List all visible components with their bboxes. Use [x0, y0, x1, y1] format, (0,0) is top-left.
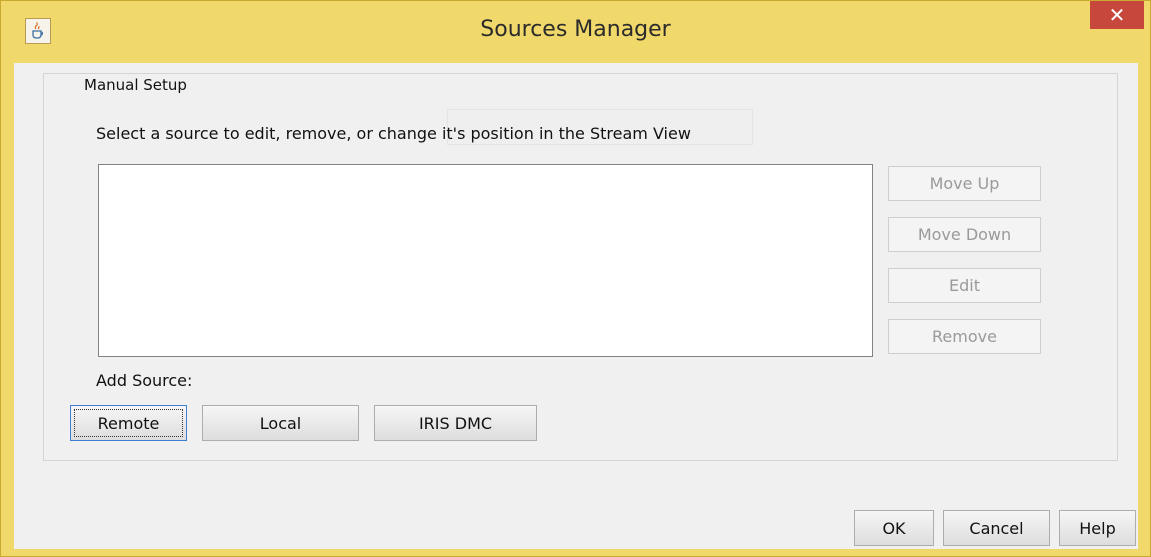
move-down-button[interactable]: Move Down	[888, 217, 1041, 252]
sources-manager-window: Sources Manager ✕ Manual Setup Select a …	[0, 0, 1151, 557]
ok-button[interactable]: OK	[854, 510, 934, 546]
instruction-text: Select a source to edit, remove, or chan…	[96, 124, 691, 143]
close-button[interactable]: ✕	[1090, 1, 1144, 29]
cancel-button[interactable]: Cancel	[943, 510, 1050, 546]
group-title: Manual Setup	[80, 76, 191, 94]
help-button[interactable]: Help	[1059, 510, 1136, 546]
move-up-button[interactable]: Move Up	[888, 166, 1041, 201]
manual-setup-group: Manual Setup Select a source to edit, re…	[43, 73, 1118, 461]
sources-list[interactable]	[98, 164, 873, 357]
edit-button[interactable]: Edit	[888, 268, 1041, 303]
title-bar[interactable]: Sources Manager ✕	[1, 1, 1150, 63]
remove-button[interactable]: Remove	[888, 319, 1041, 354]
focus-ring	[74, 409, 183, 437]
window-title: Sources Manager	[480, 17, 671, 42]
iris-dmc-button[interactable]: IRIS DMC	[374, 405, 537, 441]
dialog-content: Manual Setup Select a source to edit, re…	[14, 63, 1138, 549]
local-button[interactable]: Local	[202, 405, 359, 441]
add-source-label: Add Source:	[96, 371, 193, 390]
remote-button[interactable]: Remote	[70, 405, 187, 441]
close-icon: ✕	[1108, 3, 1126, 27]
